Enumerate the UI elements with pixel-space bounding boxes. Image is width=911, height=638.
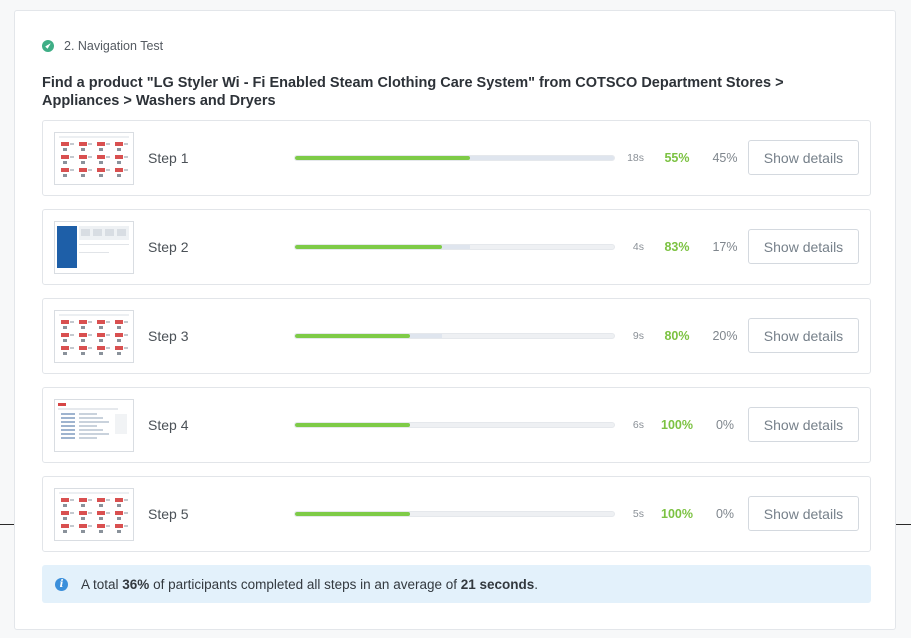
- step-thumbnail[interactable]: [54, 488, 134, 541]
- show-details-button[interactable]: Show details: [748, 407, 859, 442]
- step-row: Step 3 9s 80% 20% Show details: [42, 298, 871, 374]
- summary-percent: 36%: [122, 576, 150, 592]
- summary-suffix: .: [534, 576, 539, 592]
- summary-text: A total 36% of participants completed al…: [81, 577, 538, 592]
- section-title: 2. Navigation Test: [64, 39, 164, 53]
- background-divider-right: [896, 524, 911, 525]
- bar-success-fill: [295, 245, 442, 249]
- step-fail-percent: 0%: [715, 418, 735, 432]
- summary-middle: of participants completed all steps in a…: [149, 576, 461, 592]
- step-label: Step 3: [148, 328, 189, 344]
- step-thumbnail[interactable]: [54, 221, 134, 274]
- bar-success-fill: [295, 512, 410, 516]
- summary-banner: i A total 36% of participants completed …: [42, 565, 871, 603]
- step-time: 5s: [632, 508, 644, 520]
- summary-duration: 21 seconds: [460, 576, 535, 592]
- step-label: Step 5: [148, 506, 189, 522]
- show-details-button[interactable]: Show details: [748, 140, 859, 175]
- step-success-percent: 100%: [661, 418, 693, 432]
- step-label: Step 4: [148, 417, 189, 433]
- check-badge-icon: [42, 40, 54, 52]
- step-fail-percent: 17%: [712, 240, 738, 254]
- step-label: Step 2: [148, 239, 189, 255]
- show-details-button[interactable]: Show details: [748, 318, 859, 353]
- bar-success-fill: [295, 423, 410, 427]
- step-fail-percent: 45%: [712, 151, 738, 165]
- step-fail-percent: 20%: [712, 329, 738, 343]
- step-progress-bar: [294, 422, 615, 428]
- task-title: Find a product "LG Styler Wi - Fi Enable…: [42, 75, 784, 109]
- summary-prefix: A total: [81, 576, 123, 592]
- step-time: 6s: [632, 419, 644, 431]
- step-success-percent: 100%: [661, 507, 693, 521]
- step-thumbnail[interactable]: [54, 310, 134, 363]
- step-success-percent: 55%: [664, 151, 690, 165]
- step-thumbnail[interactable]: [54, 132, 134, 185]
- step-progress-bar: [294, 511, 615, 517]
- section-header: 2. Navigation Test: [42, 39, 163, 53]
- info-icon: i: [55, 577, 68, 591]
- bar-success-fill: [295, 334, 410, 338]
- navigation-test-card: 2. Navigation Test Find a product "LG St…: [14, 10, 896, 630]
- step-success-percent: 83%: [664, 240, 690, 254]
- step-time: 9s: [632, 330, 644, 342]
- show-details-button[interactable]: Show details: [748, 229, 859, 264]
- step-time: 18s: [627, 152, 644, 164]
- step-label: Step 1: [148, 150, 189, 166]
- step-progress-bar: [294, 244, 615, 250]
- step-row: Step 2 4s 83% 17% Show details: [42, 209, 871, 285]
- background-divider-left: [0, 524, 14, 525]
- bar-success-fill: [295, 156, 471, 160]
- step-thumbnail[interactable]: [54, 399, 134, 452]
- step-fail-percent: 0%: [715, 507, 735, 521]
- step-row: Step 5 5s 100% 0% Show details: [42, 476, 871, 552]
- step-success-percent: 80%: [664, 329, 690, 343]
- step-progress-bar: [294, 333, 615, 339]
- step-time: 4s: [632, 241, 644, 253]
- step-row: Step 1 18s 55% 45% Show details: [42, 120, 871, 196]
- step-row: Step 4 6s 100% 0% Show details: [42, 387, 871, 463]
- step-progress-bar: [294, 155, 615, 161]
- show-details-button[interactable]: Show details: [748, 496, 859, 531]
- steps-list: Step 1 18s 55% 45% Show details Step 2 4…: [42, 120, 871, 565]
